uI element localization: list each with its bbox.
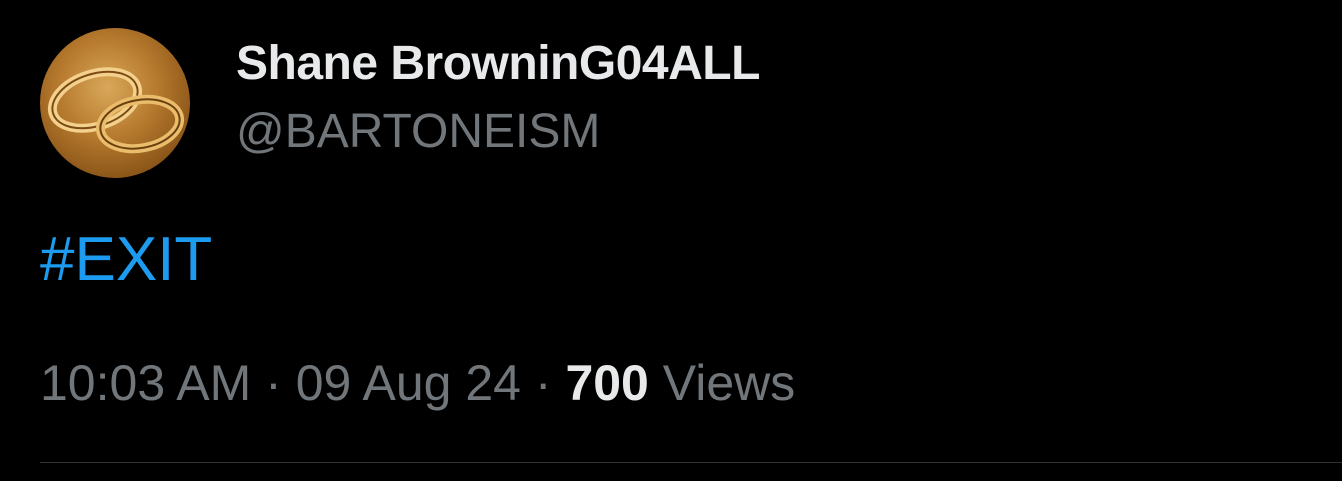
views-count: 700: [565, 355, 649, 411]
divider: [40, 462, 1342, 463]
meta-separator: ·: [265, 355, 282, 411]
author-handle[interactable]: @BARTONEISM: [236, 104, 600, 159]
author-display-name[interactable]: Shane BrowninG04ALL: [236, 36, 760, 91]
views-label: Views: [662, 355, 796, 411]
tweet-time[interactable]: 10:03 AM: [40, 355, 251, 411]
tweet-hashtag-link[interactable]: #EXIT: [40, 224, 212, 295]
tweet-metadata: 10:03 AM · 09 Aug 24 · 700 Views: [40, 354, 795, 412]
avatar[interactable]: [40, 28, 190, 178]
meta-separator: ·: [534, 355, 552, 411]
wedding-rings-icon: [47, 67, 185, 154]
tweet-date[interactable]: 09 Aug 24: [296, 355, 521, 411]
